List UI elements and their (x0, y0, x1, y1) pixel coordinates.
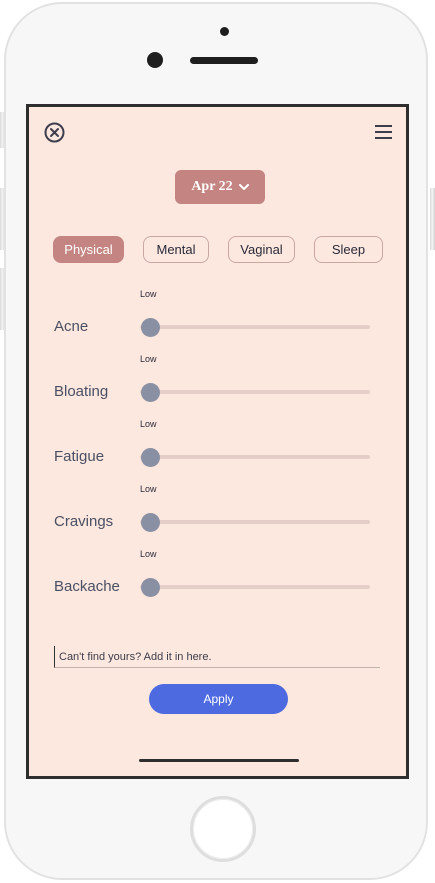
cravings-label: Cravings (54, 513, 114, 530)
app-screen: Apr 22 Physical Mental Vaginal Sleep Low… (26, 104, 409, 779)
fatigue-slider-track[interactable] (140, 455, 370, 459)
tab-vaginal[interactable]: Vaginal (228, 236, 295, 263)
tab-sleep[interactable]: Sleep (314, 236, 383, 263)
backache-slider-thumb[interactable] (141, 578, 160, 597)
tab-label: Vaginal (240, 242, 283, 257)
tab-label: Mental (156, 242, 196, 257)
backache-level-label: Low (140, 549, 157, 559)
custom-symptom-input[interactable] (54, 646, 380, 668)
acne-level-label: Low (140, 289, 157, 299)
chevron-down-icon (238, 183, 249, 190)
apply-button[interactable]: Apply (149, 684, 288, 714)
fatigue-label: Fatigue (54, 448, 105, 465)
proximity-sensor (220, 27, 229, 36)
date-selector-button[interactable]: Apr 22 (175, 170, 265, 204)
home-button[interactable] (190, 796, 256, 862)
fatigue-level-label: Low (140, 419, 157, 429)
tab-physical[interactable]: Physical (53, 236, 124, 263)
front-camera (147, 52, 163, 68)
bloating-label: Bloating (54, 383, 109, 400)
backache-slider-track[interactable] (140, 585, 370, 589)
close-icon[interactable] (44, 122, 65, 143)
acne-slider-thumb[interactable] (141, 318, 160, 337)
cravings-level-label: Low (140, 484, 157, 494)
acne-slider-track[interactable] (140, 325, 370, 329)
date-label: Apr 22 (191, 179, 233, 194)
acne-label: Acne (54, 318, 89, 335)
hamburger-menu-icon[interactable] (375, 125, 392, 139)
earpiece-speaker (190, 57, 258, 64)
backache-label: Backache (54, 578, 120, 595)
cravings-slider-thumb[interactable] (141, 513, 160, 532)
tab-label: Physical (64, 242, 113, 257)
bloating-slider-track[interactable] (140, 390, 370, 394)
phone-power-button (430, 188, 435, 250)
cravings-slider-track[interactable] (140, 520, 370, 524)
tab-mental[interactable]: Mental (143, 236, 209, 263)
bloating-slider-thumb[interactable] (141, 383, 160, 402)
home-indicator (139, 759, 299, 762)
bloating-level-label: Low (140, 354, 157, 364)
tab-label: Sleep (331, 242, 366, 257)
fatigue-slider-thumb[interactable] (141, 448, 160, 467)
